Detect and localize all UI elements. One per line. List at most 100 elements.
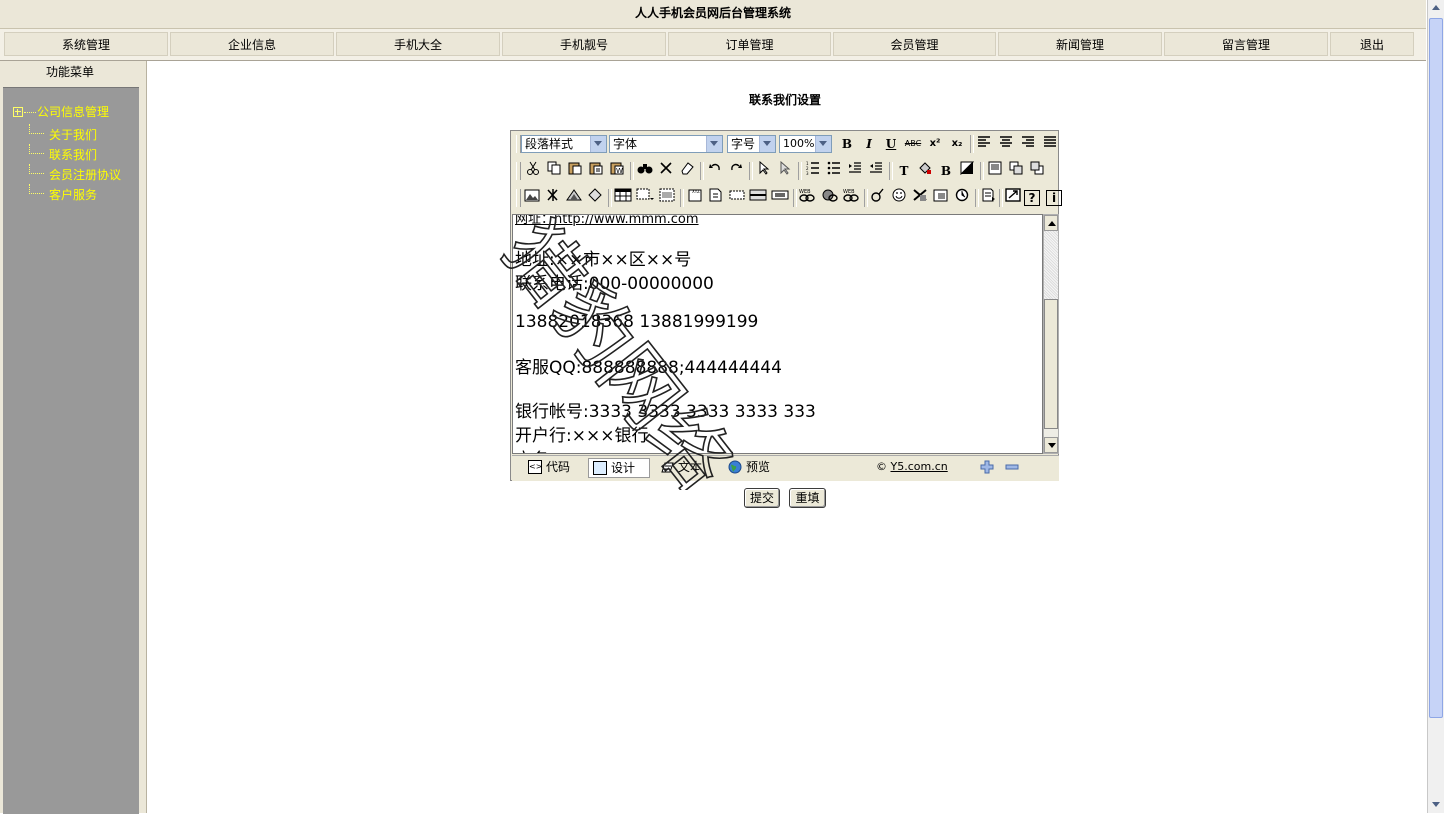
- font-size-select[interactable]: 字号: [727, 135, 776, 153]
- scroll-down-icon[interactable]: [1429, 796, 1443, 812]
- bring-forward-icon[interactable]: [1006, 161, 1026, 181]
- insert-marquee-icon[interactable]: [727, 188, 747, 208]
- sidebar-item-contact[interactable]: 联系我们: [49, 146, 97, 163]
- paragraph-style-value: 段落样式: [525, 137, 574, 151]
- sidebar-item-service[interactable]: 客户服务: [49, 186, 97, 203]
- paste-text-icon[interactable]: [586, 161, 606, 181]
- pointer-icon[interactable]: [754, 160, 774, 181]
- submit-button[interactable]: 提交: [744, 488, 780, 508]
- mode-code-tab[interactable]: <> 代码: [524, 458, 582, 478]
- insert-media-icon[interactable]: [564, 188, 584, 208]
- scroll-thumb[interactable]: [1044, 299, 1058, 429]
- send-backward-icon[interactable]: [1027, 161, 1047, 181]
- insert-div-icon[interactable]: XYZ: [685, 188, 705, 208]
- sidebar-item-about[interactable]: 关于我们: [49, 126, 97, 143]
- nav-item-members[interactable]: 会员管理: [833, 32, 996, 56]
- ordered-list-icon[interactable]: 123: [803, 161, 823, 181]
- scroll-up-icon[interactable]: [1429, 0, 1443, 16]
- tree-connector: [29, 144, 44, 154]
- forecolor-icon[interactable]: [915, 161, 935, 181]
- scroll-down-icon[interactable]: [1044, 437, 1058, 453]
- insert-link-icon[interactable]: WEB: [797, 188, 817, 208]
- undo-icon[interactable]: [705, 161, 725, 181]
- select-all-icon[interactable]: [775, 160, 795, 181]
- expand-editor-icon[interactable]: [979, 459, 995, 475]
- scroll-track[interactable]: [1044, 231, 1058, 299]
- reset-button[interactable]: 重填: [789, 488, 826, 508]
- editor-content[interactable]: 网址：http://www.mmm.com 地址:××市××区××号 联系电话:…: [512, 214, 1043, 454]
- insert-time-icon[interactable]: [952, 188, 972, 208]
- insert-anchor-icon[interactable]: [819, 188, 839, 208]
- zoom-select[interactable]: 100%: [779, 135, 832, 153]
- find-icon[interactable]: [635, 161, 655, 181]
- expand-icon[interactable]: [13, 107, 23, 117]
- underline-icon[interactable]: U: [881, 134, 901, 154]
- shrink-editor-icon[interactable]: [1004, 459, 1020, 475]
- outdent-icon[interactable]: [866, 161, 886, 181]
- editor-scrollbar[interactable]: [1043, 214, 1059, 454]
- nav-item-orders[interactable]: 订单管理: [668, 32, 831, 56]
- insert-flash-icon[interactable]: [543, 188, 563, 208]
- align-left-icon[interactable]: [974, 134, 994, 154]
- scroll-up-icon[interactable]: [1044, 215, 1058, 231]
- align-justify-icon[interactable]: [1040, 134, 1060, 154]
- insert-special-char-icon[interactable]: [770, 188, 790, 208]
- absolute-position-icon[interactable]: [985, 161, 1005, 181]
- sidebar-header: 功能菜单: [45, 65, 94, 79]
- font-size-value: 字号: [731, 137, 756, 151]
- about-icon[interactable]: i: [1046, 190, 1062, 206]
- indent-icon[interactable]: [845, 161, 865, 181]
- svg-text:XYZ: XYZ: [692, 189, 700, 194]
- strikethrough-icon[interactable]: ABC: [903, 134, 923, 154]
- align-right-icon[interactable]: [1018, 134, 1038, 154]
- insert-hr-icon[interactable]: [748, 188, 768, 208]
- nav-item-phones[interactable]: 手机大全: [336, 32, 500, 56]
- nav-item-logout[interactable]: 退出: [1330, 32, 1414, 56]
- tree-root-company-info[interactable]: 公司信息管理: [37, 103, 109, 120]
- mode-preview-tab[interactable]: 预览: [724, 458, 786, 478]
- page-properties-icon[interactable]: [979, 188, 999, 208]
- paste-icon[interactable]: [565, 161, 585, 181]
- italic-icon[interactable]: I: [859, 134, 879, 154]
- font-select[interactable]: 字体: [609, 135, 723, 153]
- sidebar-item-agreement[interactable]: 会员注册协议: [49, 166, 121, 183]
- help-icon[interactable]: ?: [1024, 190, 1040, 206]
- nav-item-messages[interactable]: 留言管理: [1164, 32, 1328, 56]
- nav-item-company[interactable]: 企业信息: [170, 32, 334, 56]
- backcolor-icon[interactable]: B: [936, 161, 956, 181]
- delete-icon[interactable]: [656, 161, 676, 181]
- mode-design-tab[interactable]: 设计: [588, 458, 650, 478]
- align-center-icon[interactable]: [996, 134, 1016, 154]
- mode-text-tab[interactable]: 文本: [656, 458, 718, 478]
- redo-icon[interactable]: [726, 161, 746, 181]
- table-menu-icon[interactable]: [635, 188, 655, 208]
- insert-date-icon[interactable]: [931, 188, 951, 208]
- insert-quote-icon[interactable]: [910, 188, 930, 208]
- insert-music-icon[interactable]: [868, 188, 888, 208]
- bold-icon[interactable]: B: [837, 134, 857, 154]
- window-scrollbar[interactable]: [1427, 0, 1444, 813]
- eraser-icon[interactable]: [677, 161, 697, 181]
- copyright-link[interactable]: Y5.com.cn: [891, 460, 948, 473]
- insert-file-icon[interactable]: [585, 188, 605, 208]
- nav-item-system[interactable]: 系统管理: [4, 32, 168, 56]
- subscript-icon[interactable]: x₂: [947, 134, 967, 154]
- insert-page-icon[interactable]: [706, 188, 726, 208]
- unlink-icon[interactable]: WEB: [841, 188, 861, 208]
- scroll-thumb[interactable]: [1429, 18, 1443, 718]
- form-menu-icon[interactable]: [657, 188, 677, 208]
- insert-emoticon-icon[interactable]: [889, 188, 909, 208]
- cut-icon[interactable]: [523, 161, 543, 181]
- nav-item-news[interactable]: 新闻管理: [998, 32, 1162, 56]
- paragraph-style-select[interactable]: 段落样式: [521, 135, 607, 153]
- copy-icon[interactable]: [544, 161, 564, 181]
- remove-format-icon[interactable]: T: [894, 161, 914, 181]
- paste-word-icon[interactable]: W: [607, 161, 627, 181]
- insert-table-icon[interactable]: [613, 188, 633, 208]
- fullscreen-icon[interactable]: [1003, 188, 1023, 208]
- nav-item-numbers[interactable]: 手机靓号: [502, 32, 666, 56]
- insert-image-icon[interactable]: [522, 188, 542, 208]
- highlight-icon[interactable]: [957, 161, 977, 181]
- bullet-list-icon[interactable]: [824, 161, 844, 181]
- superscript-icon[interactable]: x²: [925, 134, 945, 154]
